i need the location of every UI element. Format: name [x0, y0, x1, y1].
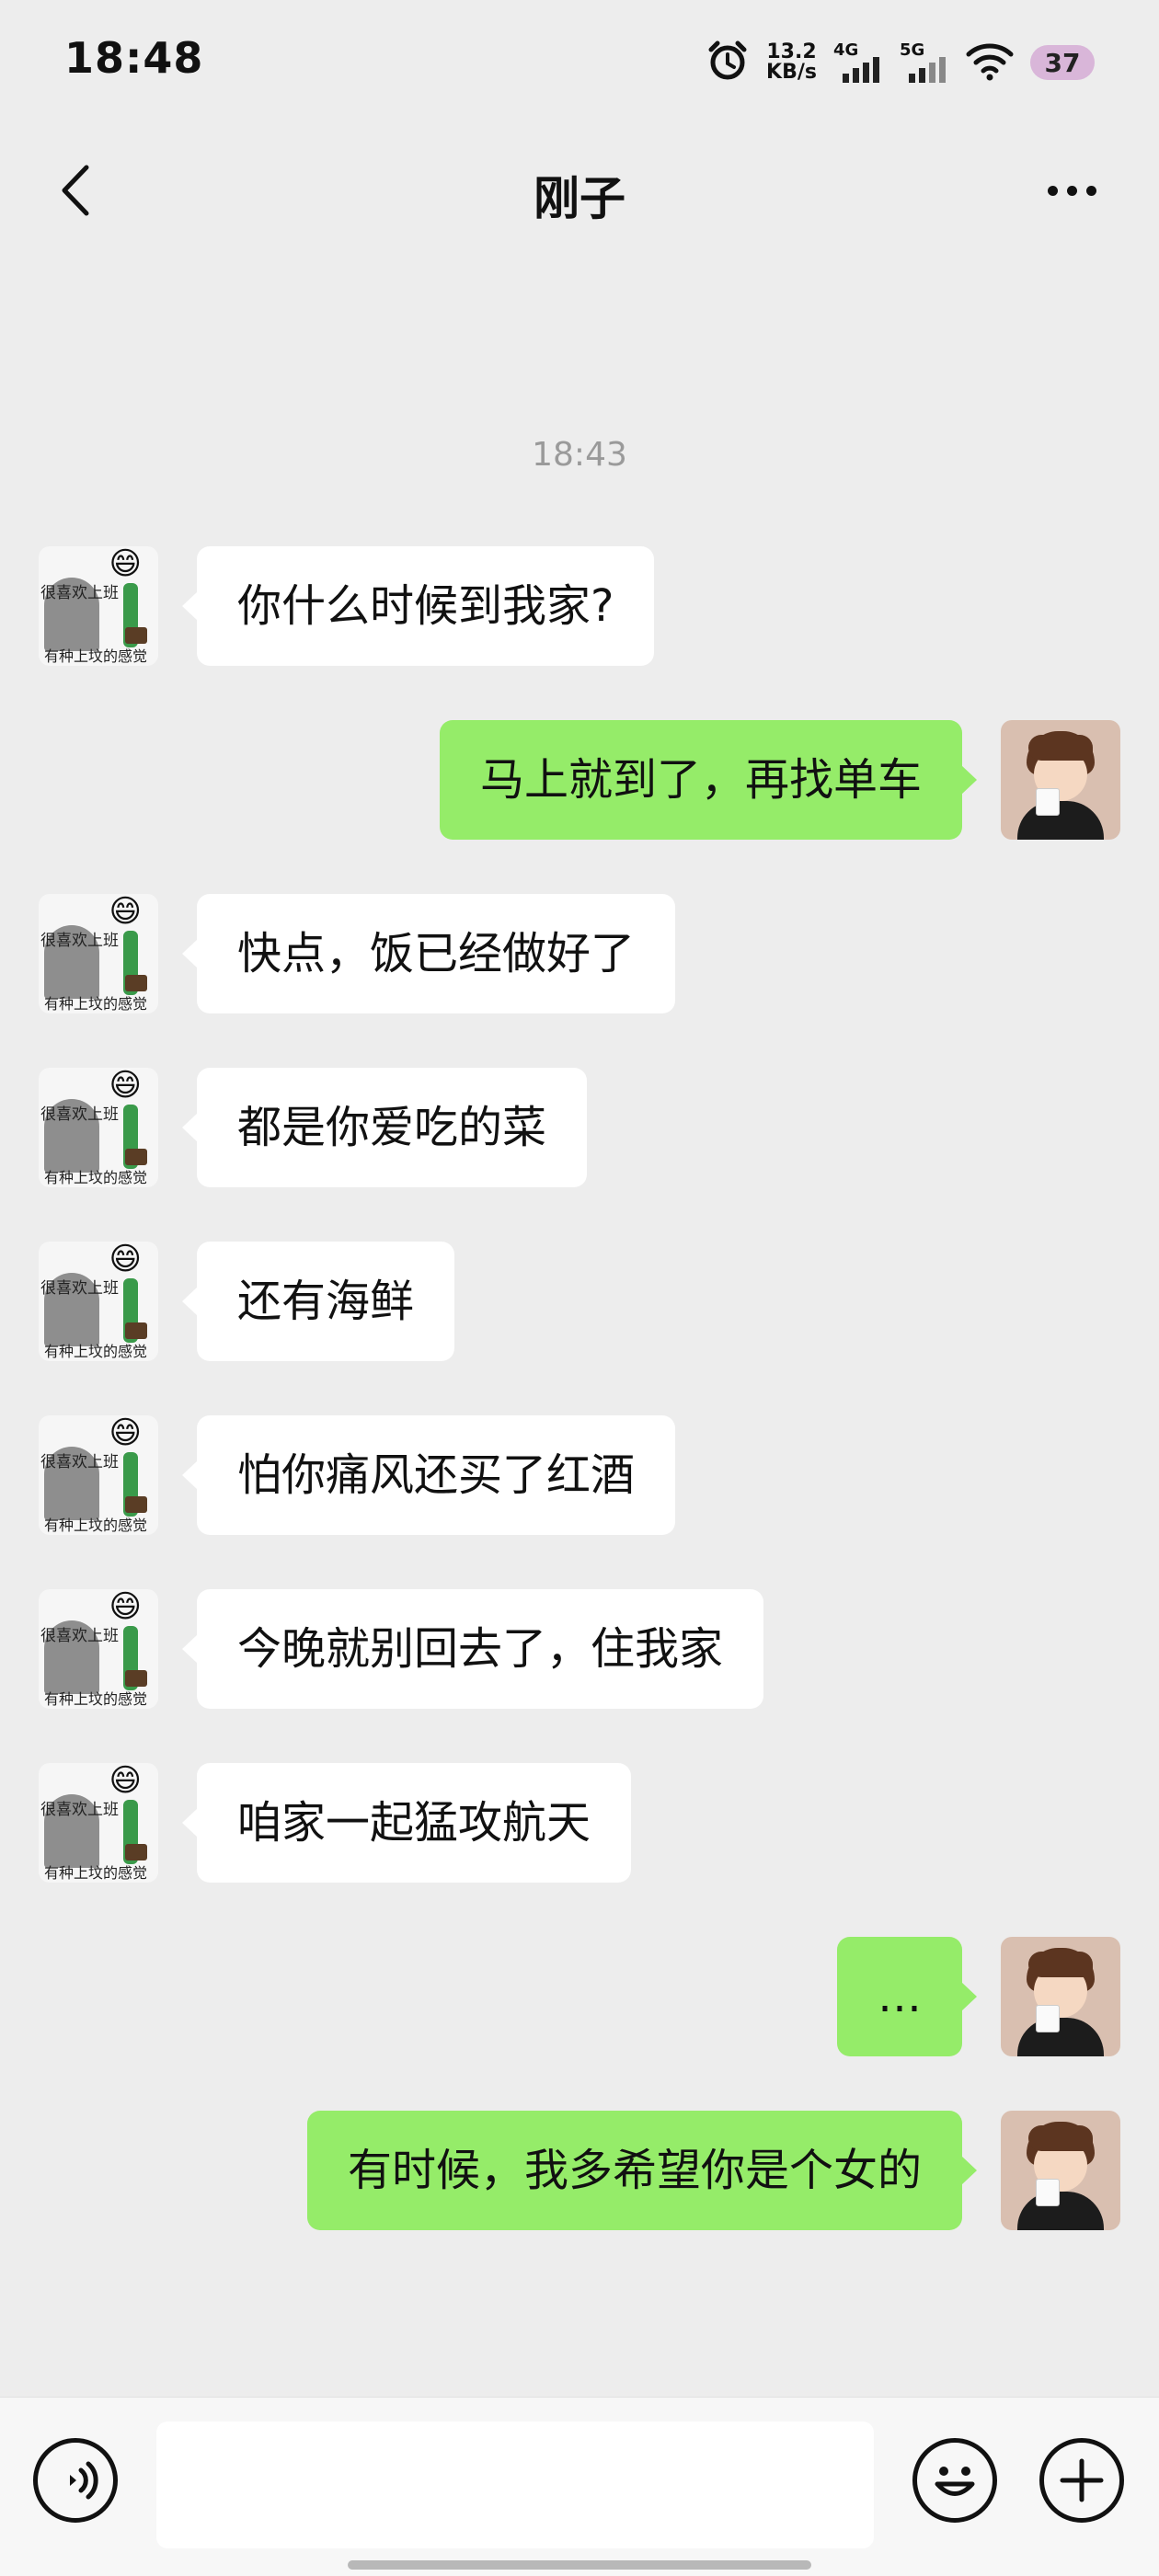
message-bubble[interactable]: 今晚就别回去了，住我家: [181, 1589, 764, 1709]
more-icon: [1047, 185, 1058, 196]
voice-icon: [70, 2461, 98, 2500]
chat-title: 刚子: [534, 172, 625, 225]
signal-icon: 4G: [833, 40, 883, 83]
meme-avatar: 很喜欢上班 😄 有种上坟的感觉: [39, 1589, 158, 1709]
emoji-button[interactable]: [912, 2438, 997, 2523]
meme-avatar: 很喜欢上班 😄 有种上坟的感觉: [39, 1415, 158, 1535]
signal-icon: 5G: [900, 40, 949, 83]
network-speed-unit: KB/s: [766, 61, 817, 84]
message-row: 很喜欢上班 😄 有种上坟的感觉 今晚就别回去了，住我家: [0, 1589, 1159, 1709]
message-row: 有时候，我多希望你是个女的: [0, 2111, 1159, 2230]
contact-avatar[interactable]: 很喜欢上班 😄 有种上坟的感觉: [39, 1415, 158, 1535]
chat-header: 刚子: [0, 138, 1159, 248]
plus-button[interactable]: [1039, 2438, 1124, 2523]
avatar-caption: 很喜欢上班: [40, 584, 119, 602]
message-row: 很喜欢上班 😄 有种上坟的感觉 还有海鲜: [0, 1242, 1159, 1361]
avatar-caption: 很喜欢上班: [40, 1453, 119, 1471]
cartoon-avatar: [1001, 720, 1120, 840]
message-bubble[interactable]: 你什么时候到我家?: [181, 546, 655, 666]
contact-avatar[interactable]: 很喜欢上班 😄 有种上坟的感觉: [39, 1589, 158, 1709]
contact-avatar[interactable]: 很喜欢上班 😄 有种上坟的感觉: [39, 1242, 158, 1361]
input-bar: [0, 2397, 1159, 2576]
network-speed: 13.2 KB/s: [766, 42, 817, 83]
grin-emoji-icon: 😄: [109, 894, 142, 930]
status-time: 18:48: [64, 33, 204, 83]
message-row: 很喜欢上班 😄 有种上坟的感觉 都是你爱吃的菜: [0, 1068, 1159, 1187]
avatar-caption: 有种上坟的感觉: [44, 1343, 148, 1360]
more-button[interactable]: [1030, 158, 1113, 223]
avatar-caption: 很喜欢上班: [40, 1105, 119, 1124]
contact-avatar[interactable]: 很喜欢上班 😄 有种上坟的感觉: [39, 546, 158, 666]
cartoon-avatar: [1001, 1937, 1120, 2056]
message-row: 很喜欢上班 😄 有种上坟的感觉 你什么时候到我家?: [0, 546, 1159, 666]
status-icons: 13.2 KB/s 4G 5G 37: [706, 35, 1095, 90]
message-bubble[interactable]: 有时候，我多希望你是个女的: [306, 2111, 978, 2230]
message-bubble[interactable]: 还有海鲜: [181, 1242, 455, 1361]
grin-emoji-icon: 😄: [109, 1763, 142, 1799]
message-input[interactable]: [156, 2421, 874, 2548]
more-icon-dot: [1085, 185, 1096, 196]
message-timestamp: 18:43: [532, 436, 627, 474]
meme-avatar: 很喜欢上班 😄 有种上坟的感觉: [39, 546, 158, 666]
message-bubble[interactable]: 怕你痛风还买了红酒: [181, 1415, 676, 1535]
contact-avatar[interactable]: 很喜欢上班 😄 有种上坟的感觉: [39, 1763, 158, 1883]
status-bar: 18:48 13.2 KB/s 4G 5G 37: [0, 0, 1159, 129]
home-indicator[interactable]: [348, 2560, 811, 2570]
avatar-caption: 有种上坟的感觉: [44, 995, 148, 1013]
avatar-caption: 有种上坟的感觉: [44, 1864, 148, 1882]
message-row: 很喜欢上班 😄 有种上坟的感觉 怕你痛风还买了红酒: [0, 1415, 1159, 1535]
voice-button[interactable]: [33, 2438, 118, 2523]
grin-emoji-icon: 😄: [109, 1589, 142, 1625]
avatar-caption: 有种上坟的感觉: [44, 647, 148, 665]
message-row: 很喜欢上班 😄 有种上坟的感觉 快点，饭已经做好了: [0, 894, 1159, 1013]
message-bubble[interactable]: 都是你爱吃的菜: [181, 1068, 588, 1187]
avatar-caption: 有种上坟的感觉: [44, 1517, 148, 1534]
message-bubble[interactable]: 咱家一起猛攻航天: [181, 1763, 632, 1883]
message-bubble[interactable]: …: [837, 1937, 977, 2056]
grin-emoji-icon: 😄: [109, 546, 142, 582]
grin-emoji-icon: 😄: [109, 1415, 142, 1451]
avatar-caption: 很喜欢上班: [40, 1627, 119, 1645]
avatar-caption: 有种上坟的感觉: [44, 1169, 148, 1186]
plus-icon: [1060, 2458, 1104, 2502]
alarm-icon: [706, 39, 750, 86]
meme-avatar: 很喜欢上班 😄 有种上坟的感觉: [39, 1242, 158, 1361]
avatar-caption: 很喜欢上班: [40, 1279, 119, 1298]
my-avatar[interactable]: [1001, 2111, 1120, 2230]
meme-avatar: 很喜欢上班 😄 有种上坟的感觉: [39, 1763, 158, 1883]
message-row: 马上就到了，再找单车: [0, 720, 1159, 840]
my-avatar[interactable]: [1001, 720, 1120, 840]
my-avatar[interactable]: [1001, 1937, 1120, 2056]
meme-avatar: 很喜欢上班 😄 有种上坟的感觉: [39, 894, 158, 1013]
avatar-caption: 很喜欢上班: [40, 932, 119, 950]
wifi-icon: [966, 40, 1014, 85]
avatar-caption: 很喜欢上班: [40, 1801, 119, 1819]
avatar-caption: 有种上坟的感觉: [44, 1690, 148, 1708]
meme-avatar: 很喜欢上班 😄 有种上坟的感觉: [39, 1068, 158, 1187]
grin-emoji-icon: 😄: [109, 1068, 142, 1104]
contact-avatar[interactable]: 很喜欢上班 😄 有种上坟的感觉: [39, 1068, 158, 1187]
more-icon-dot: [1066, 185, 1077, 196]
network-speed-value: 13.2: [766, 40, 817, 63]
message-bubble[interactable]: 快点，饭已经做好了: [181, 894, 676, 1013]
message-row: …: [0, 1937, 1159, 2056]
message-row: 很喜欢上班 😄 有种上坟的感觉 咱家一起猛攻航天: [0, 1763, 1159, 1883]
message-bubble[interactable]: 马上就到了，再找单车: [439, 720, 978, 840]
contact-avatar[interactable]: 很喜欢上班 😄 有种上坟的感觉: [39, 894, 158, 1013]
grin-emoji-icon: 😄: [109, 1242, 142, 1277]
cartoon-avatar: [1001, 2111, 1120, 2230]
emoji-icon: [935, 2467, 975, 2496]
battery-indicator: 37: [1030, 45, 1095, 80]
